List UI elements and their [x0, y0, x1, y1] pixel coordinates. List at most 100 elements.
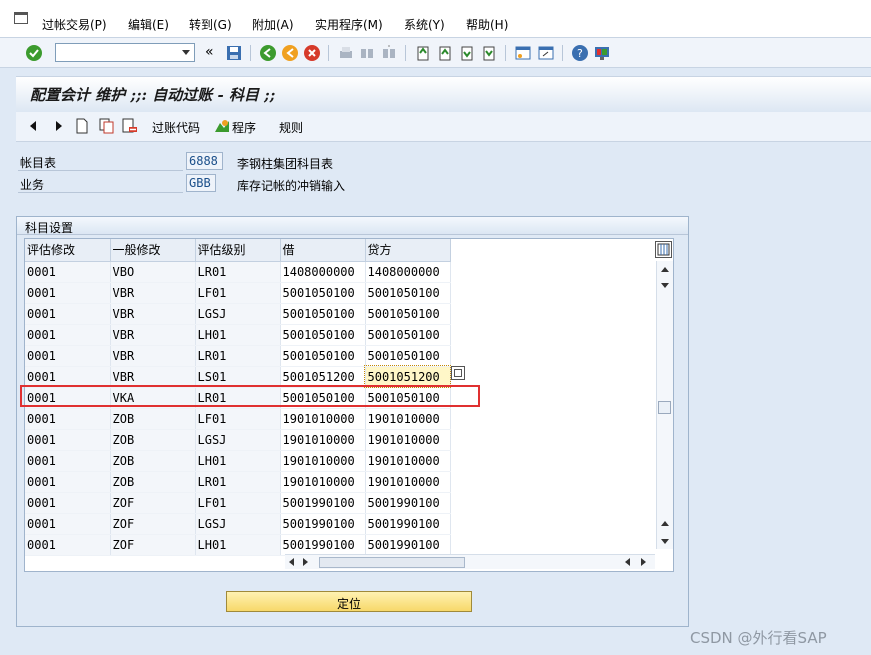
debit-account-cell[interactable]: 5001051200	[279, 365, 366, 388]
debit-account-cell[interactable]: 5001050100	[279, 323, 366, 346]
credit-account-cell[interactable]: 5001990100	[364, 491, 451, 514]
debit-account-cell[interactable]: 5001990100	[279, 512, 366, 535]
column-header[interactable]: 评估级别	[195, 239, 281, 262]
find-icon[interactable]	[358, 44, 376, 62]
debit-account-cell[interactable]: 1901010000	[279, 470, 366, 493]
table-row[interactable]: 0001 ZOF LH01 5001990100 5001990100	[25, 533, 451, 556]
column-header[interactable]: 一般修改	[110, 239, 196, 262]
rules-button[interactable]: 规则	[279, 119, 303, 136]
credit-account-cell[interactable]: 1901010000	[364, 449, 451, 472]
table-row[interactable]: 0001 ZOB LF01 1901010000 1901010000	[25, 407, 451, 430]
credit-account-cell[interactable]: 1408000000	[364, 260, 451, 283]
vertical-scrollbar[interactable]	[656, 261, 673, 549]
column-header[interactable]: 贷方	[365, 239, 451, 262]
scroll-thumb[interactable]	[658, 401, 671, 414]
credit-account-cell[interactable]: 5001050100	[364, 281, 451, 304]
previous-page-icon[interactable]	[436, 44, 454, 62]
chevron-down-icon[interactable]	[182, 50, 190, 55]
debit-account-cell[interactable]: 5001990100	[279, 491, 366, 514]
debit-account-cell[interactable]: 1408000000	[279, 260, 366, 283]
scroll-up-icon[interactable]	[661, 267, 669, 272]
new-session-icon[interactable]	[514, 44, 532, 62]
table-row[interactable]: 0001 VBR LH01 5001050100 5001050100	[25, 323, 451, 346]
back-icon[interactable]	[259, 44, 277, 62]
credit-account-cell[interactable]: 5001051200	[364, 365, 451, 388]
next-entry-icon[interactable]	[54, 120, 64, 132]
table-row[interactable]: 0001 VBR LGSJ 5001050100 5001050100	[25, 302, 451, 325]
menu-edit[interactable]: 编辑(E)	[128, 16, 169, 33]
enter-icon[interactable]	[25, 44, 43, 62]
debit-account-cell[interactable]: 1901010000	[279, 407, 366, 430]
scroll-page-up-icon[interactable]	[661, 521, 669, 526]
last-page-icon[interactable]	[480, 44, 498, 62]
debit-account-cell[interactable]: 5001050100	[279, 302, 366, 325]
table-settings-icon[interactable]	[655, 241, 672, 258]
table-row[interactable]: 0001 ZOF LF01 5001990100 5001990100	[25, 491, 451, 514]
credit-account-cell[interactable]: 5001990100	[364, 512, 451, 535]
menu-extras[interactable]: 附加(A)	[252, 16, 294, 33]
credit-account-cell[interactable]: 5001990100	[364, 533, 451, 556]
key-cell: ZOF	[110, 492, 196, 514]
credit-account-cell[interactable]: 5001050100	[364, 386, 451, 409]
debit-account-cell[interactable]: 1901010000	[279, 449, 366, 472]
credit-account-cell[interactable]: 5001050100	[364, 302, 451, 325]
menu-window-icon[interactable]	[14, 12, 28, 24]
key-cell: 0001	[25, 324, 111, 346]
customize-layout-icon[interactable]	[593, 44, 611, 62]
first-page-icon[interactable]	[414, 44, 432, 62]
debit-account-cell[interactable]: 1901010000	[279, 428, 366, 451]
horizontal-scroll-thumb[interactable]	[319, 557, 465, 568]
scroll-left-end-icon[interactable]	[625, 558, 630, 566]
credit-account-cell[interactable]: 1901010000	[364, 407, 451, 430]
menu-goto[interactable]: 转到(G)	[189, 16, 232, 33]
locate-button[interactable]: 定位	[226, 591, 472, 612]
save-icon[interactable]	[225, 44, 243, 62]
menu-posting[interactable]: 过帐交易(P)	[42, 16, 107, 33]
next-page-icon[interactable]	[458, 44, 476, 62]
command-field[interactable]	[55, 43, 195, 62]
scroll-right-end-icon[interactable]	[641, 558, 646, 566]
credit-account-cell[interactable]: 1901010000	[364, 470, 451, 493]
help-icon[interactable]: ?	[571, 44, 589, 62]
table-row[interactable]: 0001 VBR LS01 5001051200 5001051200	[25, 365, 451, 388]
program-button[interactable]: 程序	[232, 119, 256, 136]
shortcut-icon[interactable]	[537, 44, 555, 62]
table-row[interactable]: 0001 ZOB LH01 1901010000 1901010000	[25, 449, 451, 472]
table-row[interactable]: 0001 VBR LF01 5001050100 5001050100	[25, 281, 451, 304]
cancel-icon[interactable]	[303, 44, 321, 62]
credit-account-cell[interactable]: 1901010000	[364, 428, 451, 451]
scroll-down-icon[interactable]	[661, 283, 669, 288]
menu-help[interactable]: 帮助(H)	[466, 16, 508, 33]
horizontal-scrollbar[interactable]	[285, 554, 655, 569]
menu-utilities[interactable]: 实用程序(M)	[315, 16, 383, 33]
table-row[interactable]: 0001 VBR LR01 5001050100 5001050100	[25, 344, 451, 367]
posting-code-button[interactable]: 过账代码	[152, 119, 200, 136]
table-row[interactable]: 0001 ZOF LGSJ 5001990100 5001990100	[25, 512, 451, 535]
exit-icon[interactable]	[281, 44, 299, 62]
debit-account-cell[interactable]: 5001990100	[279, 533, 366, 556]
table-row[interactable]: 0001 ZOB LGSJ 1901010000 1901010000	[25, 428, 451, 451]
scroll-page-down-icon[interactable]	[661, 539, 669, 544]
search-help-icon[interactable]	[451, 366, 465, 380]
copy-icon[interactable]	[99, 118, 115, 134]
print-icon[interactable]	[337, 44, 355, 62]
table-row[interactable]: 0001 VKA LR01 5001050100 5001050100	[25, 386, 451, 409]
column-header[interactable]: 借	[280, 239, 366, 262]
table-row[interactable]: 0001 ZOB LR01 1901010000 1901010000	[25, 470, 451, 493]
collapse-toolbar-icon[interactable]: «	[205, 44, 214, 60]
scroll-right-icon[interactable]	[303, 558, 308, 566]
delete-icon[interactable]	[122, 118, 138, 134]
find-next-icon[interactable]	[380, 44, 398, 62]
credit-account-cell[interactable]: 5001050100	[364, 344, 451, 367]
scroll-left-icon[interactable]	[289, 558, 294, 566]
menu-system[interactable]: 系统(Y)	[404, 16, 445, 33]
debit-account-cell[interactable]: 5001050100	[279, 386, 366, 409]
column-header[interactable]: 评估修改	[25, 239, 111, 262]
key-cell: LGSJ	[195, 429, 281, 451]
debit-account-cell[interactable]: 5001050100	[279, 281, 366, 304]
debit-account-cell[interactable]: 5001050100	[279, 344, 366, 367]
table-row[interactable]: 0001 VBO LR01 1408000000 1408000000	[25, 260, 451, 283]
previous-entry-icon[interactable]	[28, 120, 38, 132]
new-entry-icon[interactable]	[75, 118, 89, 134]
credit-account-cell[interactable]: 5001050100	[364, 323, 451, 346]
